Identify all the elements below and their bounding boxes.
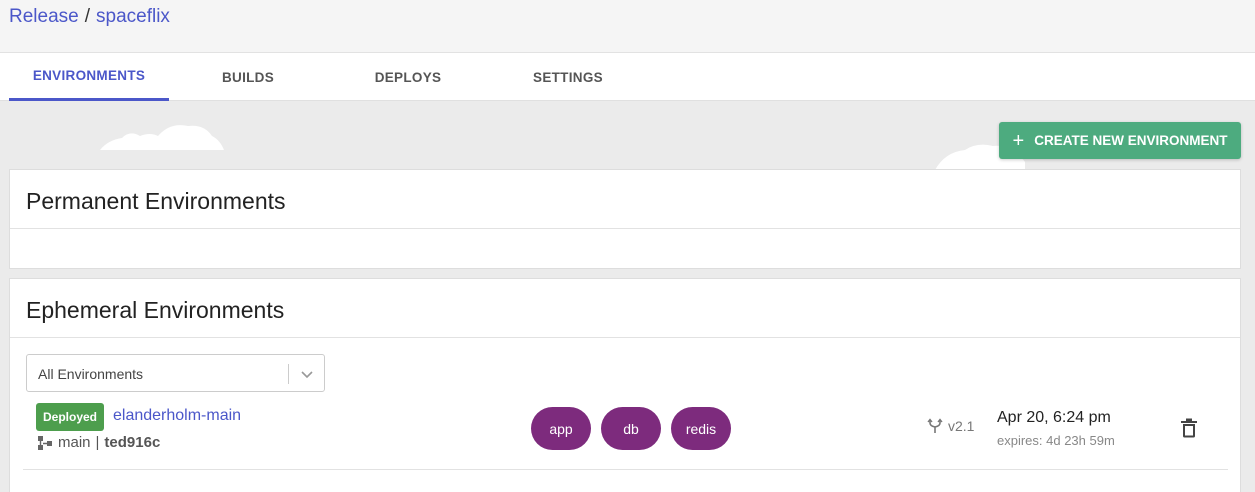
breadcrumb-org-link[interactable]: Release xyxy=(9,6,79,27)
environment-name-link[interactable]: elanderholm-main xyxy=(113,407,241,425)
tab-settings[interactable]: SETTINGS xyxy=(488,53,648,101)
permanent-environments-title: Permanent Environments xyxy=(10,170,1240,229)
create-new-environment-button[interactable]: + CREATE NEW ENVIRONMENT xyxy=(999,122,1241,159)
status-badge: Deployed xyxy=(36,403,104,431)
version-info: v2.1 xyxy=(927,418,974,434)
chevron-down-icon xyxy=(301,371,313,379)
plus-icon: + xyxy=(1012,129,1025,152)
select-divider xyxy=(288,364,289,384)
deploy-date: Apr 20, 6:24 pm xyxy=(997,409,1111,426)
version-label: v2.1 xyxy=(948,418,975,434)
tab-deploys[interactable]: DEPLOYS xyxy=(328,53,488,101)
service-pill-app[interactable]: app xyxy=(531,407,591,450)
breadcrumb-app-link[interactable]: spaceflix xyxy=(96,6,170,27)
row-divider xyxy=(23,469,1228,470)
ephemeral-environments-title: Ephemeral Environments xyxy=(10,279,1240,338)
cloud-decoration xyxy=(100,125,224,150)
branch-info: main | ted916c xyxy=(37,434,160,451)
environment-filter-value: All Environments xyxy=(38,366,144,382)
service-pill-redis[interactable]: redis xyxy=(671,407,731,450)
tab-environments[interactable]: ENVIRONMENTS xyxy=(9,53,169,101)
trash-icon[interactable] xyxy=(1180,418,1198,438)
branch-icon xyxy=(38,435,52,450)
environment-filter-select[interactable]: All Environments xyxy=(26,354,325,392)
commit-hash: ted916c xyxy=(104,434,161,451)
breadcrumb-separator: / xyxy=(84,6,90,27)
ephemeral-environments-card: Ephemeral Environments All Environments … xyxy=(9,278,1241,492)
tab-builds[interactable]: BUILDS xyxy=(168,53,328,101)
top-bar: Release / spaceflix xyxy=(0,0,1255,53)
fork-icon xyxy=(927,418,943,433)
service-pill-db[interactable]: db xyxy=(601,407,661,450)
expires-text: expires: 4d 23h 59m xyxy=(997,433,1115,448)
permanent-environments-card: Permanent Environments xyxy=(9,169,1241,269)
branch-name: main xyxy=(58,434,91,451)
tab-bar: ENVIRONMENTS BUILDS DEPLOYS SETTINGS xyxy=(0,53,1255,101)
breadcrumb: Release / spaceflix xyxy=(9,6,170,28)
branch-separator: | xyxy=(95,434,100,451)
create-new-environment-label: CREATE NEW ENVIRONMENT xyxy=(1034,133,1228,148)
